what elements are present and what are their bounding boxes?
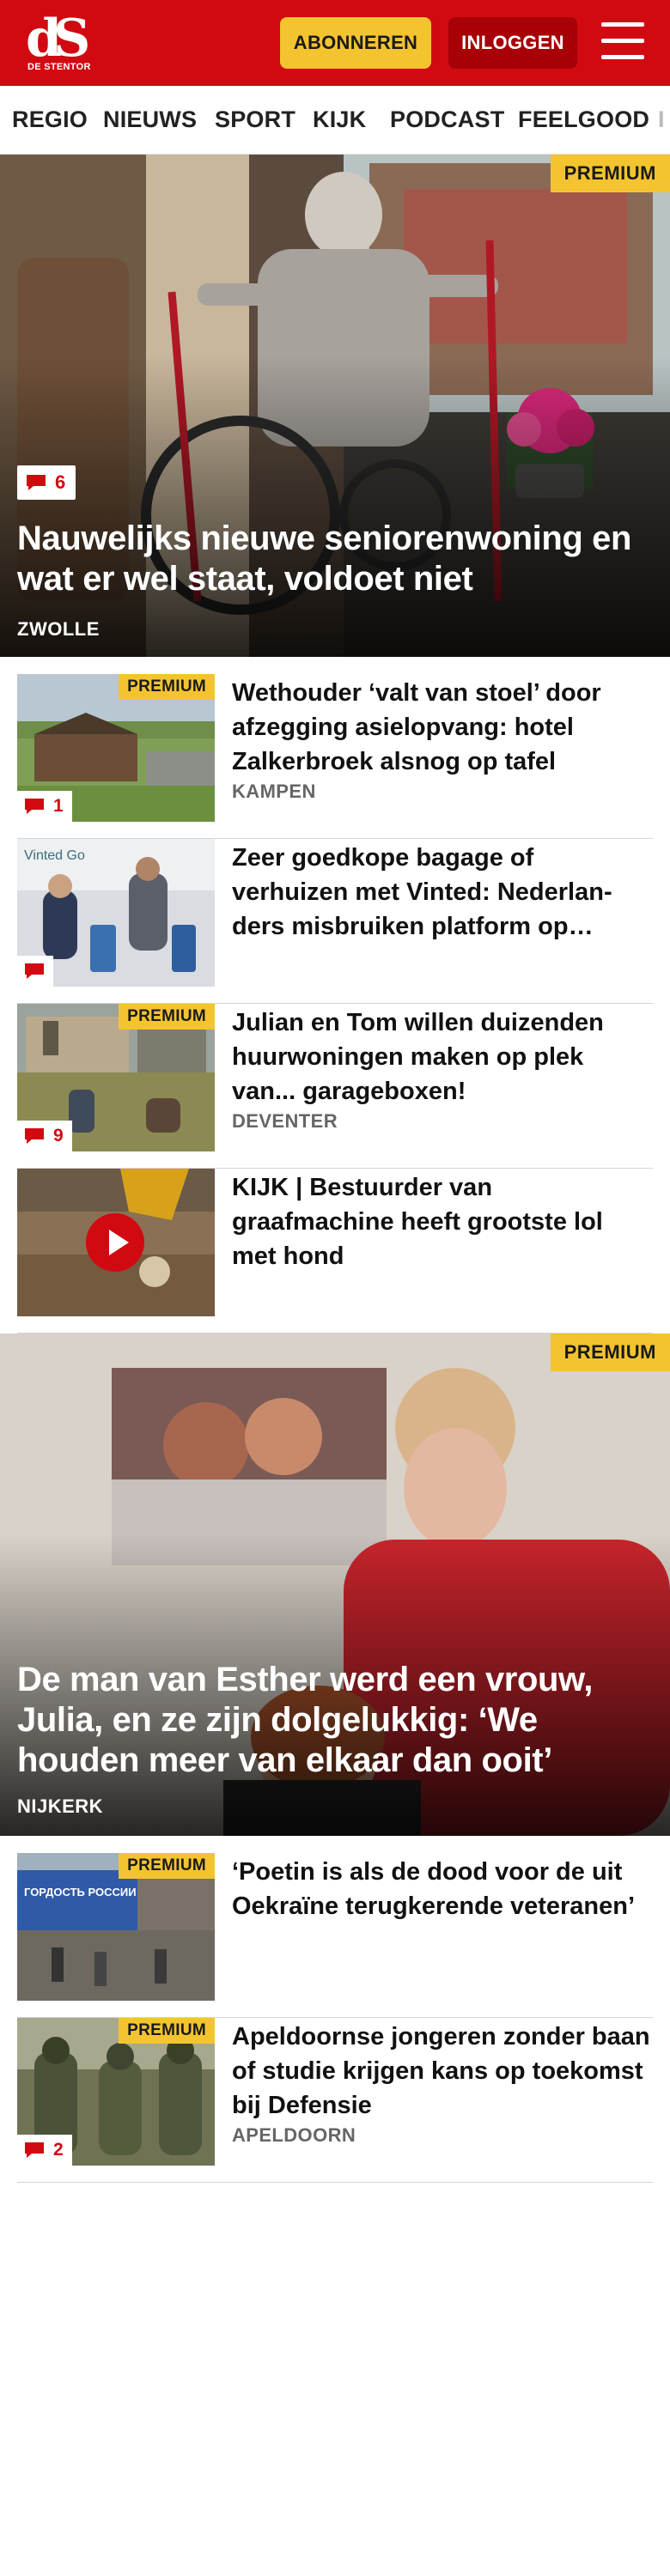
article-title[interactable]: ‘Poetin is als de dood voor de uit Oekra… xyxy=(232,1855,653,1923)
comment-icon xyxy=(24,1127,45,1145)
logo-mark: dS xyxy=(26,9,90,69)
article-location: NIJKERK xyxy=(17,1795,104,1817)
nav-item-nieuws[interactable]: NIEUWS xyxy=(103,106,197,133)
article-title[interactable]: Julian en Tom willen duizenden huurwonin… xyxy=(232,1005,653,1109)
nav-item-kijk[interactable]: KIJK xyxy=(313,106,366,133)
login-button[interactable]: INLOGGEN xyxy=(448,17,577,69)
article-thumbnail: PREMIUM 2 xyxy=(17,2018,215,2166)
premium-badge: PREMIUM xyxy=(550,155,670,192)
comment-icon xyxy=(24,2142,45,2159)
premium-badge: PREMIUM xyxy=(119,2018,215,2044)
thumbnail-text: Vinted Go xyxy=(24,848,85,863)
article-title[interactable]: KIJK | Bestuurder van graafmachine heeft… xyxy=(232,1170,653,1273)
comment-count-value: 6 xyxy=(55,471,66,493)
nav-item-regio[interactable]: REGIO xyxy=(12,106,88,133)
hero-article[interactable]: PREMIUM De man van Esther werd een vrouw… xyxy=(0,1334,670,1836)
article-title[interactable]: Nauwelijks nieuwe seniorenwoning en wat … xyxy=(17,519,653,599)
thumbnail-text: ГОРДОСТЬ РОССИИ xyxy=(24,1886,137,1899)
nav-item-overflow[interactable]: I xyxy=(658,106,665,133)
article-location: ZWOLLE xyxy=(17,618,100,640)
nav-item-podcast[interactable]: PODCAST xyxy=(390,106,504,133)
site-logo[interactable]: dS DE STENTOR xyxy=(26,9,94,77)
comment-count[interactable]: 1 xyxy=(17,791,72,822)
subscribe-button[interactable]: ABONNEREN xyxy=(280,17,431,69)
article-thumbnail: ГОРДОСТЬ РОССИИ PREMIUM xyxy=(17,1853,215,2001)
list-item[interactable]: KIJK | Bestuurder van graafmachine heeft… xyxy=(17,1169,653,1334)
site-header: dS DE STENTOR ABONNEREN INLOGGEN xyxy=(0,0,670,86)
article-location: DEVENTER xyxy=(232,1110,338,1132)
list-item[interactable]: Vinted Go Zeer goedkope bagage of verhui… xyxy=(17,839,653,1004)
list-item[interactable]: PREMIUM 1 Wethouder ‘valt van stoel’ doo… xyxy=(17,674,653,839)
comment-count-value: 9 xyxy=(53,1126,64,1145)
article-thumbnail: PREMIUM 9 xyxy=(17,1004,215,1151)
comment-count[interactable] xyxy=(17,956,53,987)
play-icon[interactable] xyxy=(86,1213,144,1272)
logo-text: DE STENTOR xyxy=(27,62,91,72)
comment-count-value: 1 xyxy=(53,796,64,816)
comment-icon xyxy=(24,963,45,980)
comment-count[interactable]: 6 xyxy=(17,465,76,500)
premium-badge: PREMIUM xyxy=(119,1004,215,1030)
nav-item-feelgood[interactable]: FEELGOOD xyxy=(518,106,649,133)
comment-count[interactable]: 9 xyxy=(17,1121,72,1151)
premium-badge: PREMIUM xyxy=(119,674,215,700)
article-thumbnail: PREMIUM 1 xyxy=(17,674,215,822)
section-nav: REGIO NIEUWS SPORT KIJK PODCAST FEELGOOD… xyxy=(0,86,670,155)
article-thumbnail: Vinted Go xyxy=(17,839,215,987)
article-thumbnail xyxy=(17,1169,215,1316)
comment-count[interactable]: 2 xyxy=(17,2135,72,2166)
list-item[interactable]: PREMIUM 2 Apeldoornse jongeren zonder ba… xyxy=(17,2018,653,2183)
article-location: APELDOORN xyxy=(232,2124,356,2146)
comment-icon xyxy=(24,798,45,815)
hamburger-icon[interactable] xyxy=(601,21,644,62)
list-item[interactable]: ГОРДОСТЬ РОССИИ PREMIUM ‘Poetin is als d… xyxy=(17,1853,653,2018)
article-location: KAMPEN xyxy=(232,781,316,802)
comment-icon xyxy=(26,474,46,491)
nav-item-sport[interactable]: SPORT xyxy=(215,106,295,133)
list-item[interactable]: PREMIUM 9 Julian en Tom willen duizenden… xyxy=(17,1004,653,1169)
premium-badge: PREMIUM xyxy=(550,1334,670,1371)
hero-article[interactable]: PREMIUM 6 Nauwelijks nieuwe seniorenwoni… xyxy=(0,155,670,657)
premium-badge: PREMIUM xyxy=(119,1853,215,1879)
article-title[interactable]: Zeer goedkope bagage of verhuizen met Vi… xyxy=(232,841,653,944)
article-title[interactable]: Apeldoornse jongeren zonder baan of stud… xyxy=(232,2020,653,2123)
article-title[interactable]: Wethouder ‘valt van stoel’ door afzeggin… xyxy=(232,676,653,779)
comment-count-value: 2 xyxy=(53,2140,64,2160)
article-title[interactable]: De man van Esther werd een vrouw, Julia,… xyxy=(17,1660,653,1781)
